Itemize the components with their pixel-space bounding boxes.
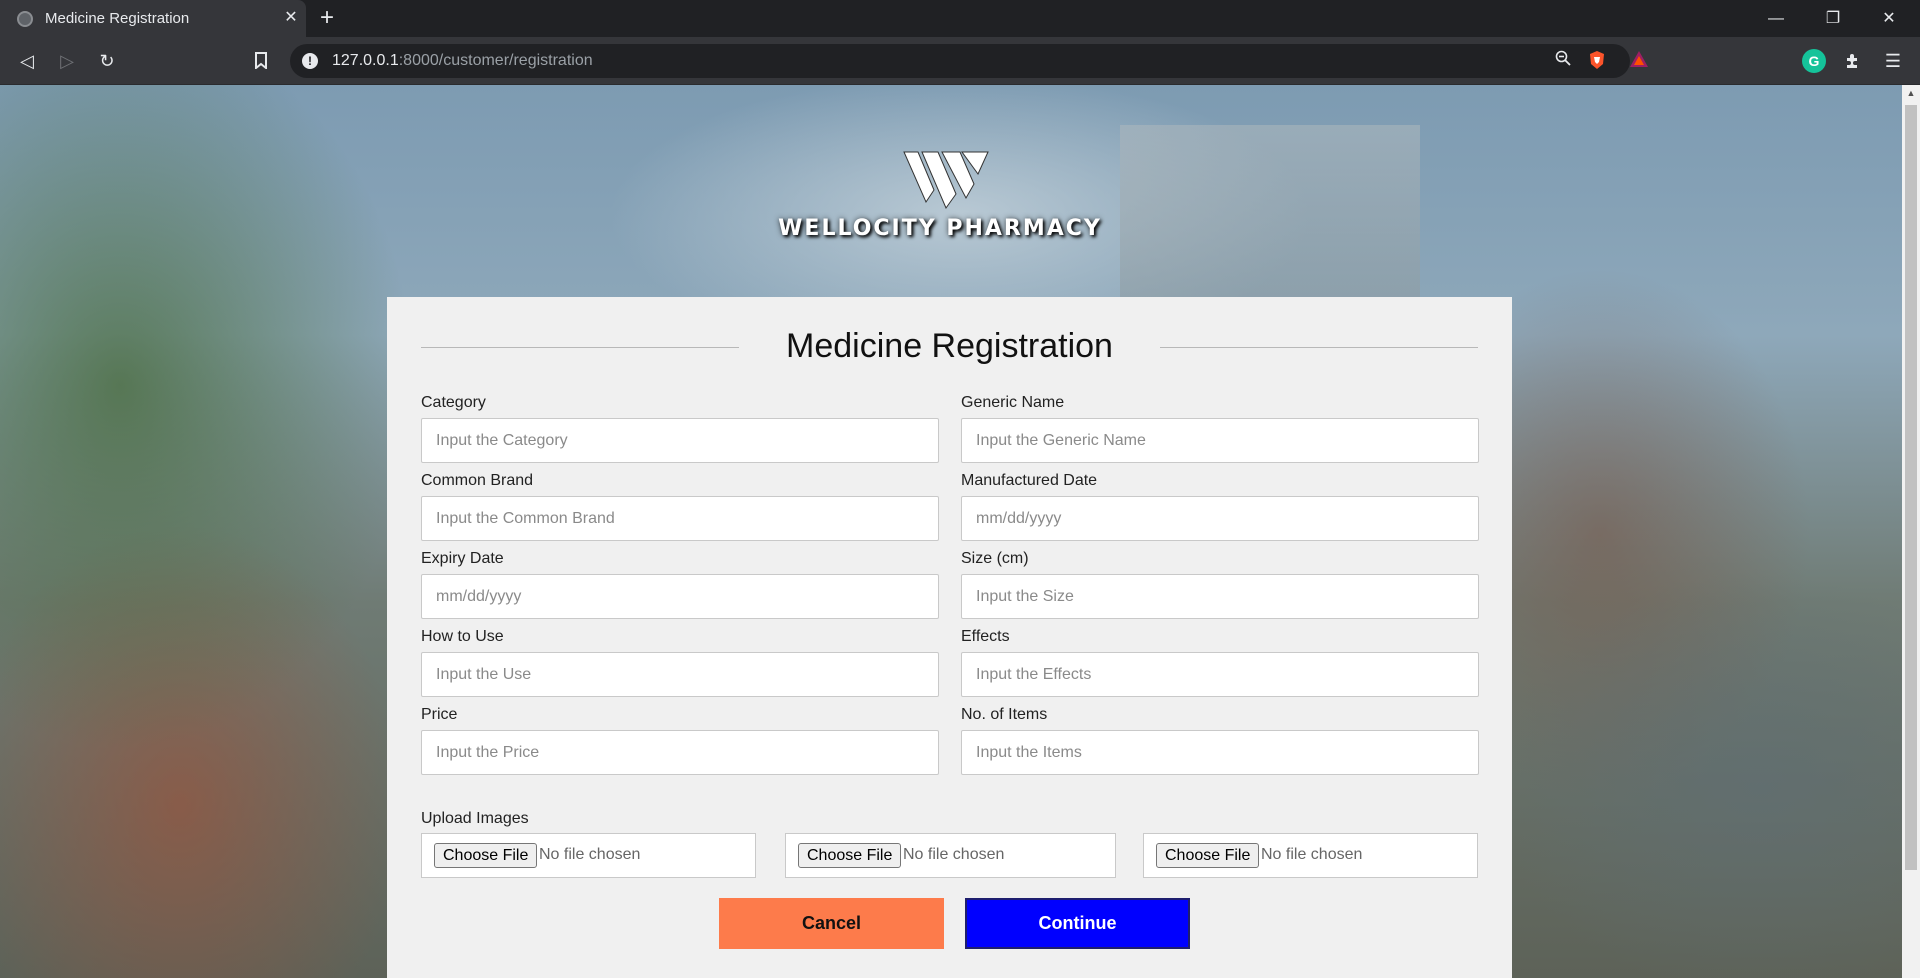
common-brand-input[interactable]	[421, 496, 939, 541]
size-input[interactable]	[961, 574, 1479, 619]
brand-name: WELLOCITY PHARMACY	[778, 216, 1102, 241]
card-header: Medicine Registration	[421, 327, 1478, 367]
no-of-items-input[interactable]	[961, 730, 1479, 775]
file-upload-2[interactable]: Choose File No file chosen	[785, 833, 1116, 878]
file-status-2: No file chosen	[903, 846, 1005, 863]
file-status-1: No file chosen	[539, 846, 641, 863]
effects-input[interactable]	[961, 652, 1479, 697]
how-to-use-input[interactable]	[421, 652, 939, 697]
back-icon[interactable]: ◁	[12, 46, 42, 76]
url-text[interactable]: 127.0.0.1:8000/customer/registration	[332, 52, 593, 70]
page-background: WELLOCITY PHARMACY Medicine Registration…	[0, 85, 1920, 978]
minimize-button[interactable]: —	[1753, 0, 1799, 37]
tab-title: Medicine Registration	[45, 10, 190, 27]
cancel-button[interactable]: Cancel	[719, 898, 944, 949]
expiry-date-label: Expiry Date	[421, 550, 504, 567]
new-tab-button[interactable]: +	[314, 5, 340, 31]
expiry-date-input[interactable]	[421, 574, 939, 619]
effects-label: Effects	[961, 628, 1010, 645]
choose-file-button-1[interactable]: Choose File	[434, 843, 538, 868]
menu-icon[interactable]: ☰	[1878, 46, 1908, 76]
bookmark-icon[interactable]	[246, 46, 276, 76]
tab-medicine-registration[interactable]: Medicine Registration ✕	[0, 0, 306, 37]
registration-card: Medicine Registration Category Generic N…	[387, 297, 1512, 978]
no-of-items-label: No. of Items	[961, 706, 1048, 723]
close-window-button[interactable]: ✕	[1866, 0, 1912, 37]
reload-icon[interactable]: ↻	[92, 46, 122, 76]
tab-strip: Medicine Registration ✕ + — ❐ ✕	[0, 0, 1920, 37]
page-title: Medicine Registration	[786, 327, 1113, 365]
file-upload-3[interactable]: Choose File No file chosen	[1143, 833, 1478, 878]
common-brand-label: Common Brand	[421, 472, 534, 489]
restore-button[interactable]: ❐	[1810, 0, 1856, 37]
size-label: Size (cm)	[961, 550, 1029, 567]
upload-images-label: Upload Images	[421, 810, 529, 827]
forward-icon[interactable]: ▷	[52, 46, 82, 76]
globe-icon	[17, 11, 33, 27]
page-scrollbar[interactable]: ▲	[1902, 85, 1920, 978]
browser-toolbar: ◁ ▷ ↻ ! 127.0.0.1:8000/customer/registra…	[0, 37, 1920, 85]
scroll-thumb[interactable]	[1905, 105, 1917, 870]
scroll-up-arrow-icon[interactable]: ▲	[1902, 85, 1920, 102]
how-to-use-label: How to Use	[421, 628, 504, 645]
choose-file-button-2[interactable]: Choose File	[798, 843, 902, 868]
manufactured-date-label: Manufactured Date	[961, 472, 1098, 489]
zoom-icon[interactable]	[1552, 50, 1574, 72]
file-status-3: No file chosen	[1261, 846, 1363, 863]
info-icon[interactable]: !	[302, 53, 318, 69]
brave-rewards-icon[interactable]	[1628, 50, 1650, 72]
choose-file-button-3[interactable]: Choose File	[1156, 843, 1260, 868]
brand-logo: WELLOCITY PHARMACY	[775, 150, 1105, 250]
manufactured-date-input[interactable]	[961, 496, 1479, 541]
category-label: Category	[421, 394, 486, 411]
category-input[interactable]	[421, 418, 939, 463]
price-label: Price	[421, 706, 458, 723]
generic-name-label: Generic Name	[961, 394, 1065, 411]
address-bar[interactable]: ! 127.0.0.1:8000/customer/registration	[290, 44, 1648, 78]
brave-shields-icon[interactable]	[1586, 50, 1608, 72]
close-tab-icon[interactable]: ✕	[280, 7, 302, 29]
extensions-icon[interactable]	[1838, 46, 1868, 76]
file-upload-1[interactable]: Choose File No file chosen	[421, 833, 756, 878]
continue-button[interactable]: Continue	[965, 898, 1190, 949]
generic-name-input[interactable]	[961, 418, 1479, 463]
grammarly-extension-icon[interactable]: G	[1802, 49, 1826, 73]
wellocity-logo-icon	[903, 151, 989, 210]
price-input[interactable]	[421, 730, 939, 775]
